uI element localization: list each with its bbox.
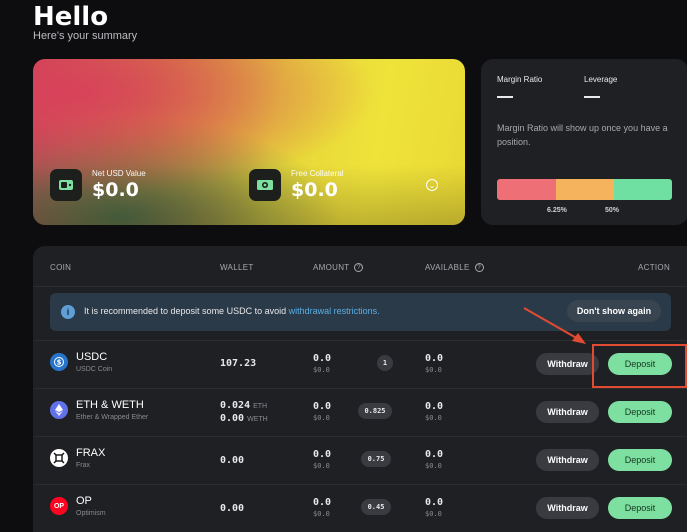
deposit-button[interactable]: Deposit	[608, 497, 672, 519]
wallet-value: 0.00	[220, 503, 245, 514]
coin-name: Frax	[76, 462, 90, 469]
weight-badge: 0.75	[361, 451, 391, 467]
wallet-balance-2: 0.00 WETH	[220, 413, 268, 424]
wallet-value: 0.024	[220, 400, 251, 411]
table-row: ETH & WETH Ether & Wrapped Ether 0.024 ET…	[33, 388, 687, 436]
page-subtitle: Here's your summary	[33, 30, 138, 42]
available-value: 0.0	[425, 353, 444, 364]
wallet-value: 0.00	[220, 455, 245, 466]
chevron-down-icon[interactable]: ⌄	[426, 179, 438, 191]
op-icon: OP	[50, 497, 68, 515]
header-coin: COIN	[50, 263, 72, 272]
coin-name: Ether & Wrapped Ether	[76, 414, 149, 421]
amount-usd: $0.0	[313, 462, 330, 470]
margin-note: Margin Ratio will show up once you have …	[497, 123, 668, 147]
free-collateral-value: $0.0	[291, 179, 338, 201]
weight-badge: 0.45	[361, 499, 391, 515]
wallet-unit: ETH	[253, 403, 268, 410]
deposit-highlight-box	[592, 344, 687, 388]
withdraw-button[interactable]: Withdraw	[536, 449, 599, 471]
op-icon-text: OP	[53, 502, 65, 510]
usdc-icon: $	[50, 353, 68, 371]
coin-symbol: ETH & WETH	[76, 399, 144, 411]
free-collateral-label: Free Collateral	[291, 169, 344, 178]
amount-usd: $0.0	[313, 414, 330, 422]
weight-badge: 1	[377, 355, 393, 371]
header-available-label: AVAILABLE	[425, 263, 470, 272]
free-collateral-stat: Free Collateral $0.0	[249, 169, 343, 201]
coin-symbol: USDC	[76, 351, 108, 363]
margin-ratio-value	[497, 96, 513, 98]
available-usd: $0.0	[425, 414, 442, 422]
coin-name: Optimism	[76, 510, 106, 517]
amount-usd: $0.0	[313, 366, 330, 374]
amount-value: 0.0	[313, 497, 332, 508]
margin-bar-segment-low	[497, 179, 556, 200]
net-usd-stat: Net USD Value $0.0	[50, 169, 146, 201]
svg-text:$: $	[57, 359, 62, 367]
net-usd-label: Net USD Value	[92, 169, 146, 178]
wallet-value-2: 0.00	[220, 413, 245, 424]
header-action: ACTION	[638, 263, 671, 272]
coin-name: USDC Coin	[76, 366, 113, 373]
weight-badge: 0.825	[358, 403, 392, 419]
deposit-button[interactable]: Deposit	[608, 449, 672, 471]
info-icon: i	[61, 305, 75, 319]
header-amount-label: AMOUNT	[313, 263, 350, 272]
amount-usd: $0.0	[313, 510, 330, 518]
frax-icon	[50, 449, 68, 467]
annotation-arrow	[523, 307, 586, 344]
header-wallet: WALLET	[220, 263, 254, 272]
available-value: 0.0	[425, 401, 444, 412]
notice-message: It is recommended to deposit some USDC t…	[84, 306, 287, 316]
available-usd: $0.0	[425, 462, 442, 470]
amount-value: 0.0	[313, 353, 332, 364]
header-amount: AMOUNT ?	[313, 263, 364, 272]
margin-tick-1: 6.25%	[547, 207, 567, 214]
wallet-balance: 107.23	[220, 358, 256, 369]
deposit-button[interactable]: Deposit	[608, 401, 672, 423]
withdrawal-restrictions-link[interactable]: withdrawal restrictions.	[289, 306, 380, 316]
margin-tick-2: 50%	[605, 207, 620, 214]
amount-value: 0.0	[313, 401, 332, 412]
available-value: 0.0	[425, 449, 444, 460]
margin-bar-segment-mid	[556, 179, 614, 200]
margin-bar-segment-high	[614, 179, 672, 200]
summary-card: Net USD Value $0.0 Free Collateral $0.0 …	[33, 59, 465, 225]
page-title: Hello	[33, 2, 109, 32]
header-available: AVAILABLE ?	[425, 263, 484, 272]
wallet-unit-2: WETH	[247, 416, 268, 423]
balances-table: COIN WALLET AMOUNT ? AVAILABLE ? ACTION …	[33, 246, 687, 532]
margin-ratio-bar	[497, 179, 672, 200]
help-icon[interactable]: ?	[354, 263, 364, 272]
notice-text: It is recommended to deposit some USDC t…	[84, 306, 380, 316]
wallet-value: 107.23	[220, 358, 257, 369]
leverage-label: Leverage	[584, 75, 618, 84]
help-icon[interactable]: ?	[474, 263, 484, 272]
cash-icon	[249, 169, 281, 201]
coin-symbol: OP	[76, 495, 92, 507]
wallet-balance: 0.00	[220, 455, 244, 466]
eth-icon	[50, 401, 68, 419]
net-usd-value: $0.0	[92, 179, 139, 201]
margin-ratio-label: Margin Ratio	[497, 75, 543, 84]
wallet-balance: 0.024 ETH	[220, 400, 267, 411]
available-value: 0.0	[425, 497, 444, 508]
table-row: FRAX Frax 0.00 0.0 $0.0 0.75 0.0 $0.0 Wi…	[33, 436, 687, 484]
margin-card: Margin Ratio Leverage Margin Ratio will …	[481, 59, 687, 225]
available-usd: $0.0	[425, 366, 442, 374]
coin-symbol: FRAX	[76, 447, 106, 459]
wallet-icon	[50, 169, 82, 201]
leverage-value	[584, 96, 600, 98]
table-row: OP OP Optimism 0.00 0.0 $0.0 0.45 0.0 $0…	[33, 484, 687, 532]
available-usd: $0.0	[425, 510, 442, 518]
withdraw-button[interactable]: Withdraw	[536, 353, 599, 375]
withdraw-button[interactable]: Withdraw	[536, 401, 599, 423]
wallet-balance: 0.00	[220, 503, 244, 514]
withdraw-button[interactable]: Withdraw	[536, 497, 599, 519]
amount-value: 0.0	[313, 449, 332, 460]
